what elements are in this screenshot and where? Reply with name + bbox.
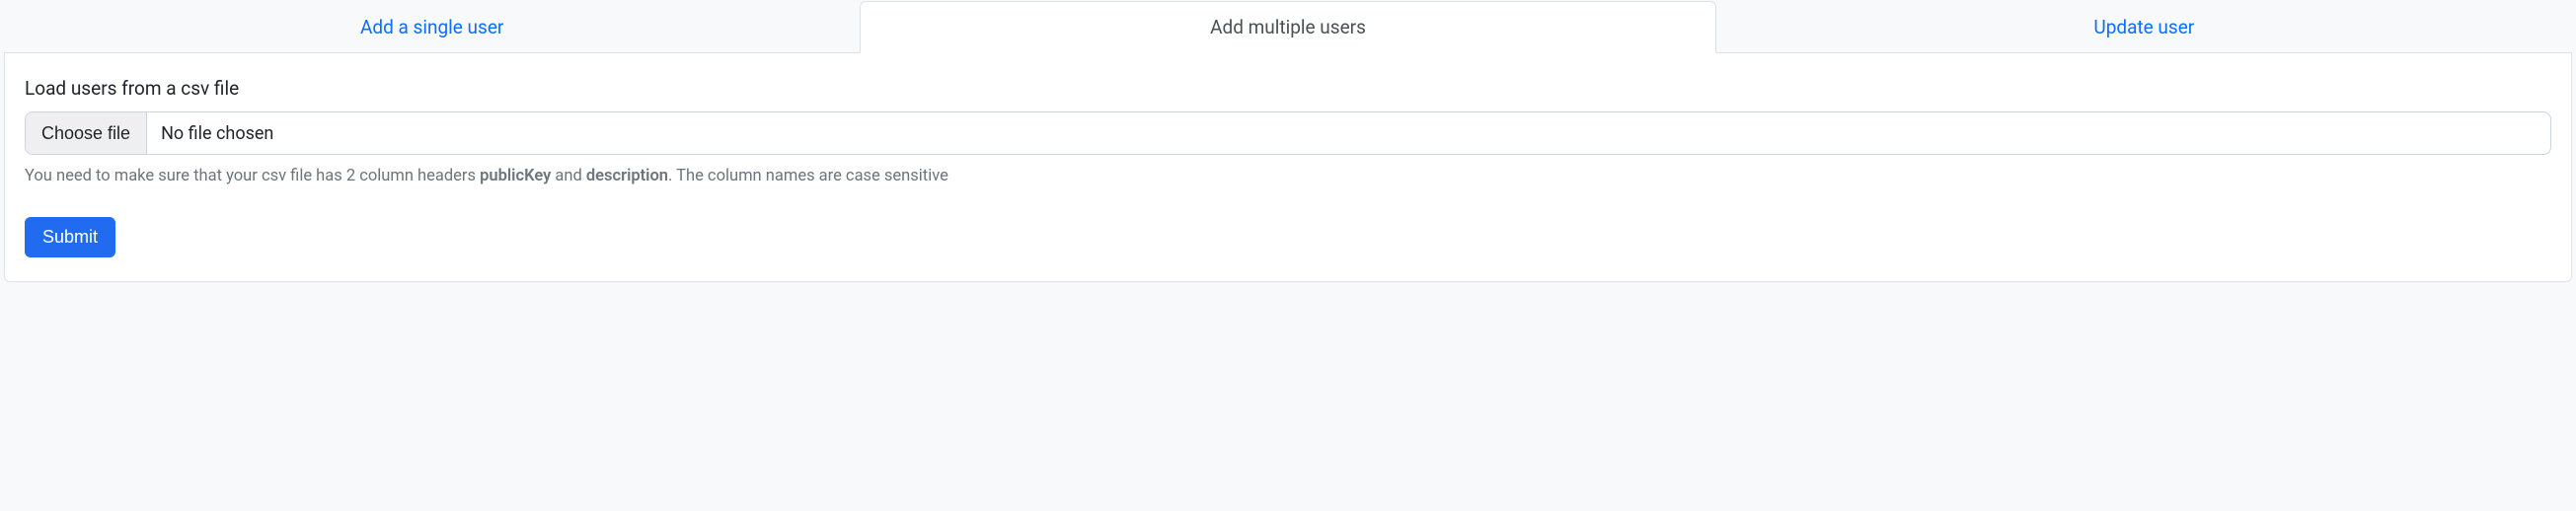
tab-panel-add-multiple: Load users from a csv file Choose file N…	[4, 53, 2572, 282]
tab-add-multiple-users[interactable]: Add multiple users	[860, 1, 1715, 53]
help-text-suffix: . The column names are case sensitive	[668, 167, 948, 185]
csv-file-label: Load users from a csv file	[25, 77, 2551, 100]
submit-button[interactable]: Submit	[25, 217, 115, 257]
csv-file-input[interactable]: Choose file No file chosen	[25, 111, 2551, 155]
tabs-nav: Add a single user Add multiple users Upd…	[4, 0, 2572, 53]
tab-add-single-user[interactable]: Add a single user	[4, 1, 860, 53]
csv-help-text: You need to make sure that your csv file…	[25, 165, 2551, 189]
file-chosen-status: No file chosen	[147, 112, 2550, 154]
help-text-and: and	[551, 167, 586, 185]
tab-update-user[interactable]: Update user	[1716, 1, 2572, 53]
help-col-publickey: publicKey	[480, 167, 551, 185]
user-admin-panel: Add a single user Add multiple users Upd…	[0, 0, 2576, 286]
help-col-description: description	[586, 167, 668, 185]
choose-file-button[interactable]: Choose file	[26, 112, 147, 154]
help-text-prefix: You need to make sure that your csv file…	[25, 167, 480, 185]
